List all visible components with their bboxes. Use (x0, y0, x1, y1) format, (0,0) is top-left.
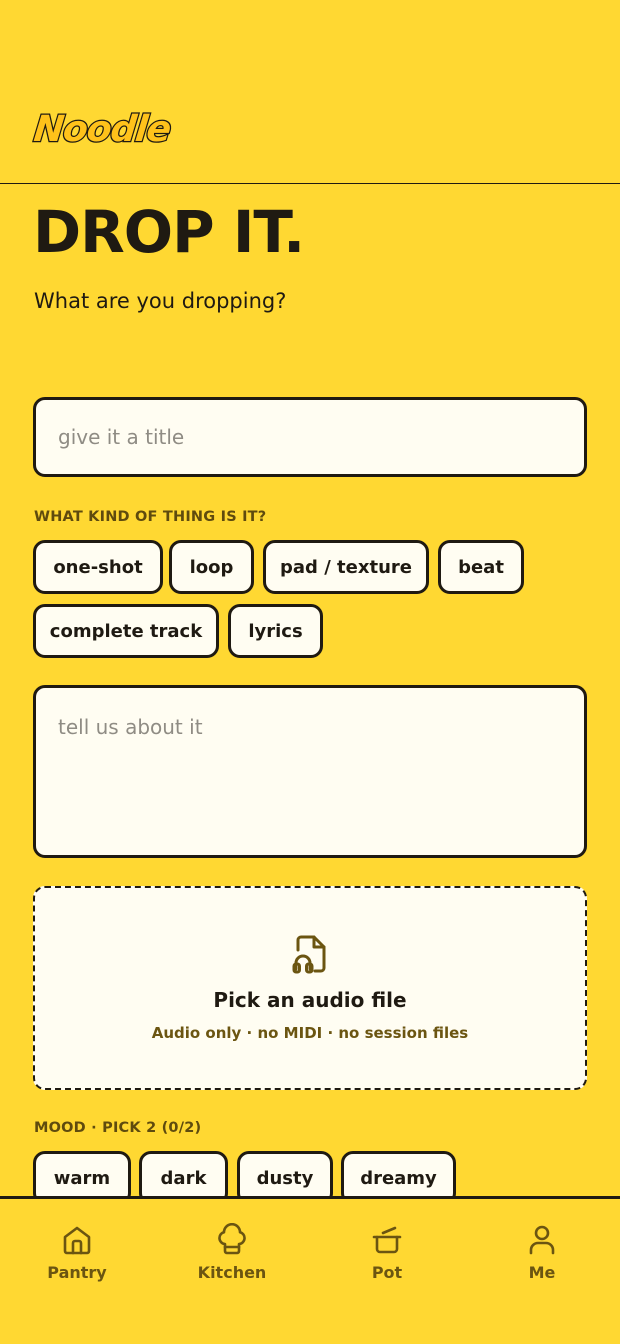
kind-chip-beat[interactable]: beat (438, 540, 524, 594)
user-icon (529, 1225, 555, 1255)
mood-chip-dark[interactable]: dark (139, 1151, 228, 1196)
dropzone-title: Pick an audio file (213, 988, 407, 1012)
kind-chip-lyrics[interactable]: lyrics (228, 604, 323, 658)
nav-label-me: Me (528, 1263, 556, 1282)
bottom-nav: Pantry Kitchen Pot Me (0, 1196, 620, 1344)
mood-chip-dusty[interactable]: dusty (237, 1151, 333, 1196)
app-header: Noodle (0, 0, 620, 184)
kind-chip-complete-track[interactable]: complete track (33, 604, 219, 658)
mood-chip-dreamy[interactable]: dreamy (341, 1151, 456, 1196)
pot-icon (372, 1226, 402, 1254)
audio-file-dropzone[interactable]: Pick an audio file Audio only · no MIDI … (33, 886, 587, 1090)
kind-chip-one-shot[interactable]: one-shot (33, 540, 163, 594)
nav-item-pot[interactable]: Pot (332, 1223, 442, 1289)
noodle-logo[interactable]: Noodle (31, 108, 174, 152)
audio-file-icon (292, 935, 326, 974)
kind-chip-loop[interactable]: loop (169, 540, 254, 594)
drop-form: DROP IT. What are you dropping? WHAT KIN… (0, 186, 620, 1196)
title-input[interactable] (33, 397, 587, 477)
chef-hat-icon (218, 1223, 246, 1255)
nav-label-pot: Pot (371, 1263, 403, 1282)
mood-label: MOOD · PICK 2 (0/2) (34, 1120, 202, 1136)
nav-item-pantry[interactable]: Pantry (22, 1223, 132, 1289)
page-title: DROP IT. (33, 198, 305, 266)
kind-chip-pad-texture[interactable]: pad / texture (263, 540, 429, 594)
mood-chip-warm[interactable]: warm (33, 1151, 131, 1196)
nav-label-pantry: Pantry (47, 1263, 107, 1282)
nav-item-me[interactable]: Me (487, 1223, 597, 1289)
nav-item-kitchen[interactable]: Kitchen (177, 1223, 287, 1289)
page-subtitle: What are you dropping? (34, 289, 287, 313)
description-textarea[interactable] (33, 685, 587, 858)
nav-label-kitchen: Kitchen (197, 1263, 267, 1282)
kind-label: WHAT KIND OF THING IS IT? (34, 509, 267, 525)
dropzone-subtitle: Audio only · no MIDI · no session files (151, 1024, 469, 1042)
home-icon (63, 1226, 91, 1255)
